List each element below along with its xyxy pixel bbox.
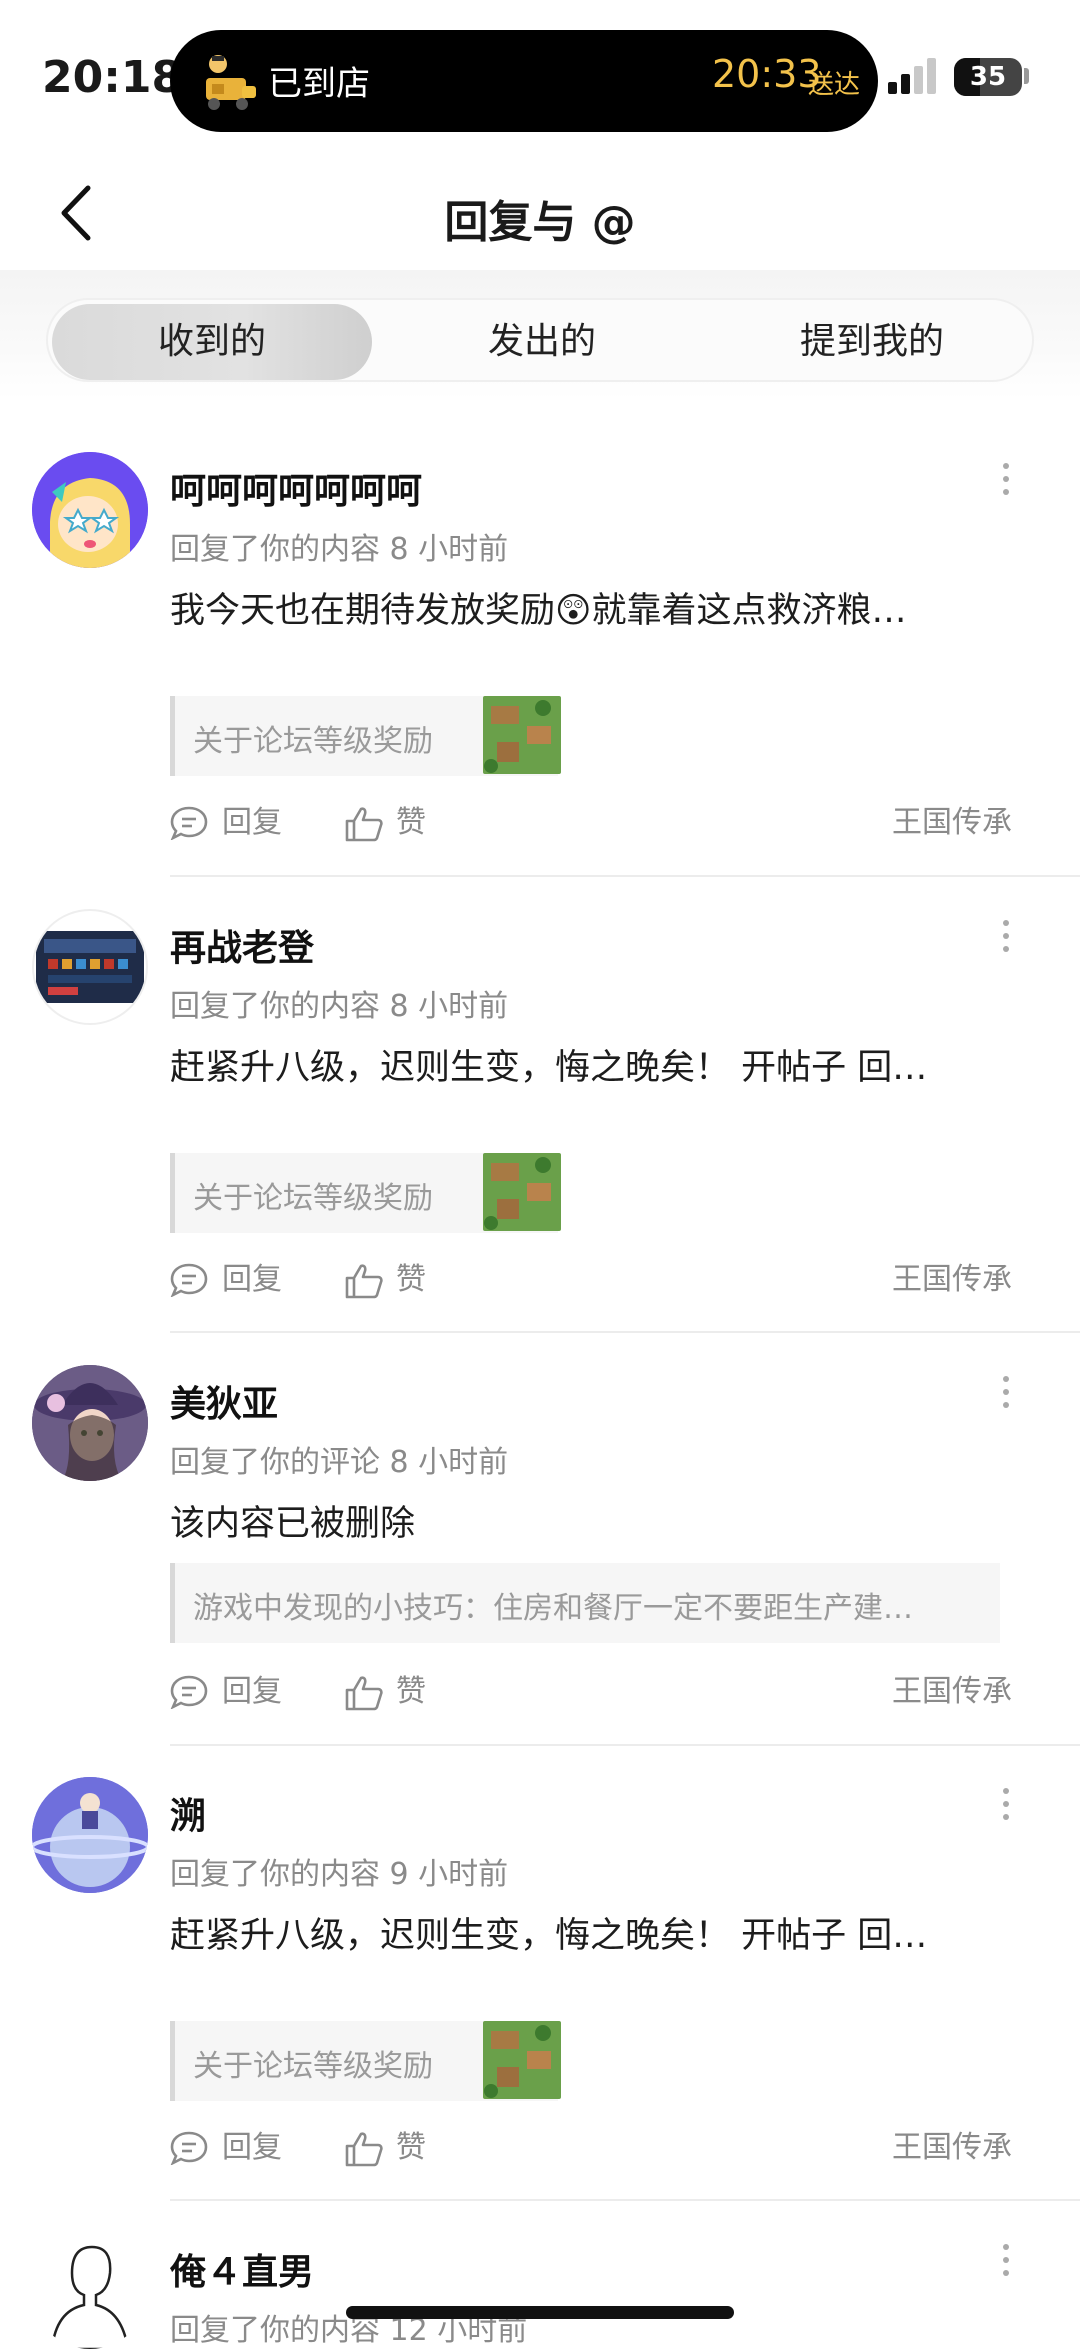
item-actions: 回复 赞 王国传承 xyxy=(170,2123,1020,2173)
quoted-post-title: 关于论坛等级奖励 xyxy=(193,1181,433,1216)
battery-indicator: 35 xyxy=(954,58,1022,96)
like-button[interactable]: 赞 xyxy=(344,1667,444,1717)
item-actions: 回复 赞 王国传承 xyxy=(170,1667,1020,1717)
reply-meta: 回复了你的内容 9 小时前 xyxy=(170,1857,509,1892)
more-icon[interactable] xyxy=(1000,919,1012,953)
like-button[interactable]: 赞 xyxy=(344,2123,444,2173)
post-thumbnail xyxy=(483,1153,561,1231)
tab-mentions[interactable]: 提到我的 xyxy=(712,304,1032,380)
delivery-status: 已到店 xyxy=(268,64,370,104)
quoted-post[interactable]: 游戏中发现的小技巧：住房和餐厅一定不要距生产建… xyxy=(170,1563,1000,1643)
reply-content[interactable]: 我今天也在期待发放奖励😲就靠着这点救济粮… xyxy=(170,582,1020,633)
thumbs-up-icon xyxy=(345,1264,383,1299)
user-name[interactable]: 俺４直男 xyxy=(170,2243,314,2295)
avatar[interactable] xyxy=(32,452,148,568)
battery-tip xyxy=(1024,68,1029,84)
item-actions: 回复 赞 王国传承 xyxy=(170,1255,1020,1305)
comment-icon xyxy=(170,1675,208,1709)
quoted-post[interactable]: 关于论坛等级奖励 xyxy=(170,2021,561,2101)
home-indicator[interactable] xyxy=(346,2306,734,2319)
reply-button[interactable]: 回复 xyxy=(170,1667,290,1717)
delivery-eta: 20:33 xyxy=(712,52,822,96)
reply-content[interactable]: 赶紧升八级，迟则生变，悔之晚矣！ 开帖子 回… xyxy=(170,1907,1020,1958)
tab-sent[interactable]: 发出的 xyxy=(382,304,702,380)
quoted-post[interactable]: 关于论坛等级奖励 xyxy=(170,696,561,776)
game-tag[interactable]: 王国传承 xyxy=(892,798,1012,848)
user-name[interactable]: 美狄亚 xyxy=(170,1375,278,1427)
reply-button[interactable]: 回复 xyxy=(170,1255,290,1305)
like-button[interactable]: 赞 xyxy=(344,798,444,848)
user-name[interactable]: 呵呵呵呵呵呵呵 xyxy=(170,462,422,514)
list-item[interactable]: 美狄亚 回复了你的评论 8 小时前 该内容已被删除 游戏中发现的小技巧：住房和餐… xyxy=(0,1353,1080,1743)
more-icon[interactable] xyxy=(1000,462,1012,496)
thumbs-up-icon xyxy=(345,1676,383,1711)
more-icon[interactable] xyxy=(1000,1787,1012,1821)
quoted-post[interactable]: 关于论坛等级奖励 xyxy=(170,1153,561,1233)
post-thumbnail xyxy=(483,696,561,774)
game-tag[interactable]: 王国传承 xyxy=(892,2123,1012,2173)
nav-bar: 回复与 @ xyxy=(0,160,1080,270)
more-icon[interactable] xyxy=(1000,1375,1012,1409)
post-thumbnail xyxy=(483,2021,561,2099)
delivery-eta-label: 送达 xyxy=(808,70,861,100)
list-item[interactable]: 俺４直男 回复了你的内容 12 小时前 xyxy=(0,2221,1080,2349)
reply-content[interactable]: 该内容已被删除 xyxy=(170,1495,1020,1546)
status-time: 20:18 xyxy=(42,52,183,103)
list-item[interactable]: 再战老登 回复了你的内容 8 小时前 赶紧升八级，迟则生变，悔之晚矣！ 开帖子 … xyxy=(0,897,1080,1337)
like-button[interactable]: 赞 xyxy=(344,1255,444,1305)
tabs-container: 收到的 发出的 提到我的 xyxy=(0,270,1080,400)
delivery-icon xyxy=(206,55,256,110)
user-name[interactable]: 再战老登 xyxy=(170,919,314,971)
segmented-tabs: 收到的 发出的 提到我的 xyxy=(46,298,1034,382)
divider xyxy=(170,1744,1080,1746)
more-icon[interactable] xyxy=(1000,2243,1012,2277)
avatar[interactable] xyxy=(32,1365,148,1481)
like-label: 赞 xyxy=(396,1262,426,1297)
game-tag[interactable]: 王国传承 xyxy=(892,1255,1012,1305)
reply-content[interactable]: 赶紧升八级，迟则生变，悔之晚矣！ 开帖子 回… xyxy=(170,1039,1020,1090)
reply-label: 回复 xyxy=(222,805,282,840)
user-name[interactable]: 溯 xyxy=(170,1787,206,1839)
quoted-post-title: 游戏中发现的小技巧：住房和餐厅一定不要距生产建… xyxy=(193,1591,913,1626)
divider xyxy=(170,875,1080,877)
thumbs-up-icon xyxy=(345,2132,383,2167)
reply-meta: 回复了你的内容 8 小时前 xyxy=(170,989,509,1024)
page-title: 回复与 @ xyxy=(444,197,636,248)
reply-meta: 回复了你的评论 8 小时前 xyxy=(170,1445,509,1480)
game-tag[interactable]: 王国传承 xyxy=(892,1667,1012,1717)
reply-label: 回复 xyxy=(222,1262,282,1297)
avatar[interactable] xyxy=(32,1777,148,1893)
signal-icon xyxy=(888,58,936,94)
reply-button[interactable]: 回复 xyxy=(170,2123,290,2173)
quoted-post-title: 关于论坛等级奖励 xyxy=(193,724,433,759)
quoted-post-title: 关于论坛等级奖励 xyxy=(193,2049,433,2084)
avatar[interactable] xyxy=(32,909,148,1025)
divider xyxy=(170,1331,1080,1333)
divider xyxy=(170,2199,1080,2201)
battery-level: 35 xyxy=(969,62,1007,92)
list-item[interactable]: 溯 回复了你的内容 9 小时前 赶紧升八级，迟则生变，悔之晚矣！ 开帖子 回… … xyxy=(0,1765,1080,2205)
comment-icon xyxy=(170,806,208,840)
item-actions: 回复 赞 王国传承 xyxy=(170,798,1020,848)
tab-received[interactable]: 收到的 xyxy=(52,304,372,380)
dynamic-island-delivery[interactable]: 已到店 20:33 送达 xyxy=(170,30,878,132)
reply-meta: 回复了你的内容 8 小时前 xyxy=(170,532,509,567)
list-item[interactable]: 呵呵呵呵呵呵呵 回复了你的内容 8 小时前 我今天也在期待发放奖励😲就靠着这点救… xyxy=(0,440,1080,880)
avatar[interactable] xyxy=(32,2233,148,2349)
like-label: 赞 xyxy=(396,1674,426,1709)
reply-button[interactable]: 回复 xyxy=(170,798,290,848)
comment-icon xyxy=(170,2131,208,2165)
comment-icon xyxy=(170,1263,208,1297)
status-bar: 20:18 已到店 20:33 送达 35 xyxy=(0,0,1080,160)
like-label: 赞 xyxy=(396,2130,426,2165)
reply-label: 回复 xyxy=(222,1674,282,1709)
like-label: 赞 xyxy=(396,805,426,840)
thumbs-up-icon xyxy=(345,807,383,842)
reply-label: 回复 xyxy=(222,2130,282,2165)
